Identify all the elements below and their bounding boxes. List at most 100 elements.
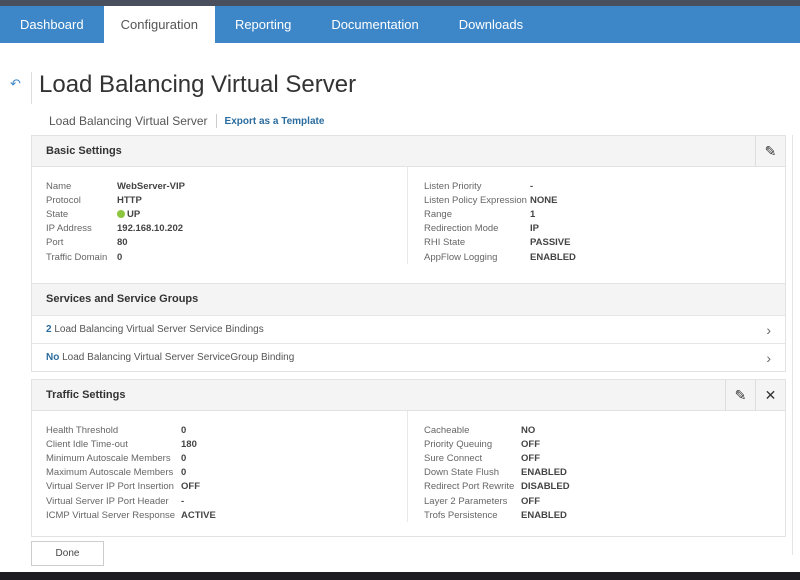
scrollbar[interactable] <box>792 135 793 555</box>
done-button[interactable]: Done <box>31 541 104 566</box>
field-value: IP <box>530 223 539 235</box>
field-value: ENABLED <box>530 251 576 263</box>
field-label: Name <box>46 180 72 192</box>
field-label: Range <box>424 208 452 220</box>
edit-pencil-icon[interactable]: ✎ <box>755 136 785 166</box>
field-row: RHI State PASSIVE <box>424 236 785 250</box>
taskbar <box>0 572 800 580</box>
field-value: 0 <box>181 452 187 464</box>
field-value: ENABLED <box>521 467 567 479</box>
field-row: Virtual Server IP Port Header - <box>46 494 407 508</box>
field-label: Cacheable <box>424 424 470 436</box>
services-panel: Services and Service Groups 2 Load Balan… <box>31 283 786 372</box>
field-row: Listen Policy Expression NONE <box>424 193 785 207</box>
panel-title: Services and Service Groups <box>46 293 199 305</box>
field-row: Minimum Autoscale Members 0 <box>46 451 407 465</box>
basic-right-column: Listen Priority - Listen Policy Expression… <box>407 167 785 265</box>
back-arrow-icon[interactable]: ↶ <box>10 76 21 92</box>
field-row: IP Address 192.168.10.202 <box>46 222 407 236</box>
field-row: Layer 2 Parameters OFF <box>424 494 785 508</box>
field-row: Listen Priority - <box>424 179 785 193</box>
field-value: - <box>530 180 534 192</box>
binding-count: 2 <box>46 324 52 335</box>
field-row: Health Threshold 0 <box>46 423 407 437</box>
field-value: NONE <box>530 194 558 206</box>
field-row: Range 1 <box>424 207 785 221</box>
field-label: Minimum Autoscale Members <box>46 452 171 464</box>
field-row: State UP <box>46 207 407 221</box>
tab-downloads[interactable]: Downloads <box>439 6 543 43</box>
edit-pencil-icon[interactable]: ✎ <box>725 380 755 410</box>
field-row: Trofs Persistence ENABLED <box>424 508 785 522</box>
field-row: Cacheable NO <box>424 423 785 437</box>
field-row: Redirect Port Rewrite DISABLED <box>424 480 785 494</box>
field-label: Maximum Autoscale Members <box>46 467 174 479</box>
field-label: Listen Policy Expression <box>424 194 527 206</box>
field-row: Sure Connect OFF <box>424 451 785 465</box>
field-value: - <box>181 495 185 507</box>
field-label: Listen Priority <box>424 180 482 192</box>
panel-title: Traffic Settings <box>46 389 126 401</box>
export-template-link[interactable]: Export as a Template <box>225 116 325 127</box>
basic-left-column: Name WebServer-VIP Protocol HTTP State UP IP A… <box>32 167 407 264</box>
field-label: Health Threshold <box>46 424 119 436</box>
tab-documentation[interactable]: Documentation <box>311 6 438 43</box>
main-nav: Dashboard Configuration Reporting Docume… <box>0 6 800 43</box>
traffic-left-column: Health Threshold 0 Client Idle Time-out 180… <box>32 411 407 522</box>
tab-reporting[interactable]: Reporting <box>215 6 311 43</box>
field-label: Client Idle Time-out <box>46 438 128 450</box>
field-label: AppFlow Logging <box>424 251 498 263</box>
binding-label: Load Balancing Virtual Server ServiceGro… <box>62 352 295 363</box>
field-value: OFF <box>521 438 540 450</box>
field-value: 0 <box>117 251 123 263</box>
field-value: ACTIVE <box>181 509 216 521</box>
field-row: Port 80 <box>46 236 407 250</box>
field-row: Traffic Domain 0 <box>46 250 407 264</box>
status-up-icon <box>117 209 125 218</box>
binding-count: No <box>46 352 60 363</box>
tab-dashboard[interactable]: Dashboard <box>0 6 104 43</box>
field-value: OFF <box>181 481 200 493</box>
field-value: 180 <box>181 438 197 450</box>
field-label: State <box>46 208 69 220</box>
field-row: Priority Queuing OFF <box>424 437 785 451</box>
traffic-settings-panel: Traffic Settings ✎ ✕ Health Threshold 0 Cl… <box>31 379 786 537</box>
field-value: 0 <box>181 467 187 479</box>
field-value: 80 <box>117 237 128 249</box>
close-icon[interactable]: ✕ <box>755 380 785 410</box>
basic-settings-panel: Basic Settings ✎ Name WebServer-VIP Protoc… <box>31 135 786 284</box>
field-value: 192.168.10.202 <box>117 223 184 235</box>
field-label: ICMP Virtual Server Response <box>46 509 176 521</box>
field-value: OFF <box>521 495 540 507</box>
field-label: Virtual Server IP Port Insertion <box>46 481 174 493</box>
field-value: ENABLED <box>521 509 567 521</box>
chevron-right-icon: › <box>766 322 771 338</box>
field-label: Port <box>46 237 64 249</box>
field-row: Maximum Autoscale Members 0 <box>46 466 407 480</box>
service-bindings-link[interactable]: 2 Load Balancing Virtual Server Service … <box>32 315 785 343</box>
field-row: Protocol HTTP <box>46 193 407 207</box>
page-title: Load Balancing Virtual Server <box>39 71 357 98</box>
field-label: Redirect Port Rewrite <box>424 481 515 493</box>
field-row: AppFlow Logging ENABLED <box>424 250 785 264</box>
field-row: ICMP Virtual Server Response ACTIVE <box>46 508 407 522</box>
servicegroup-binding-link[interactable]: No Load Balancing Virtual Server Service… <box>32 343 785 371</box>
field-label: Protocol <box>46 194 81 206</box>
field-label: Down State Flush <box>424 467 499 479</box>
breadcrumb-current: Load Balancing Virtual Server <box>49 114 208 128</box>
divider <box>215 114 217 128</box>
panel-title: Basic Settings <box>46 145 122 157</box>
field-label: Layer 2 Parameters <box>424 495 508 507</box>
field-value: HTTP <box>117 194 142 206</box>
field-label: Trofs Persistence <box>424 509 498 521</box>
tab-configuration[interactable]: Configuration <box>103 6 215 43</box>
field-value: WebServer-VIP <box>117 180 185 192</box>
field-value: UP <box>117 209 140 220</box>
field-value: NO <box>521 424 536 436</box>
field-label: Traffic Domain <box>46 251 108 263</box>
binding-label: Load Balancing Virtual Server Service Bi… <box>54 324 264 335</box>
field-label: Priority Queuing <box>424 438 493 450</box>
field-label: Virtual Server IP Port Header <box>46 495 169 507</box>
breadcrumb: Load Balancing Virtual Server Export as … <box>49 114 324 128</box>
status-text: UP <box>127 208 141 220</box>
